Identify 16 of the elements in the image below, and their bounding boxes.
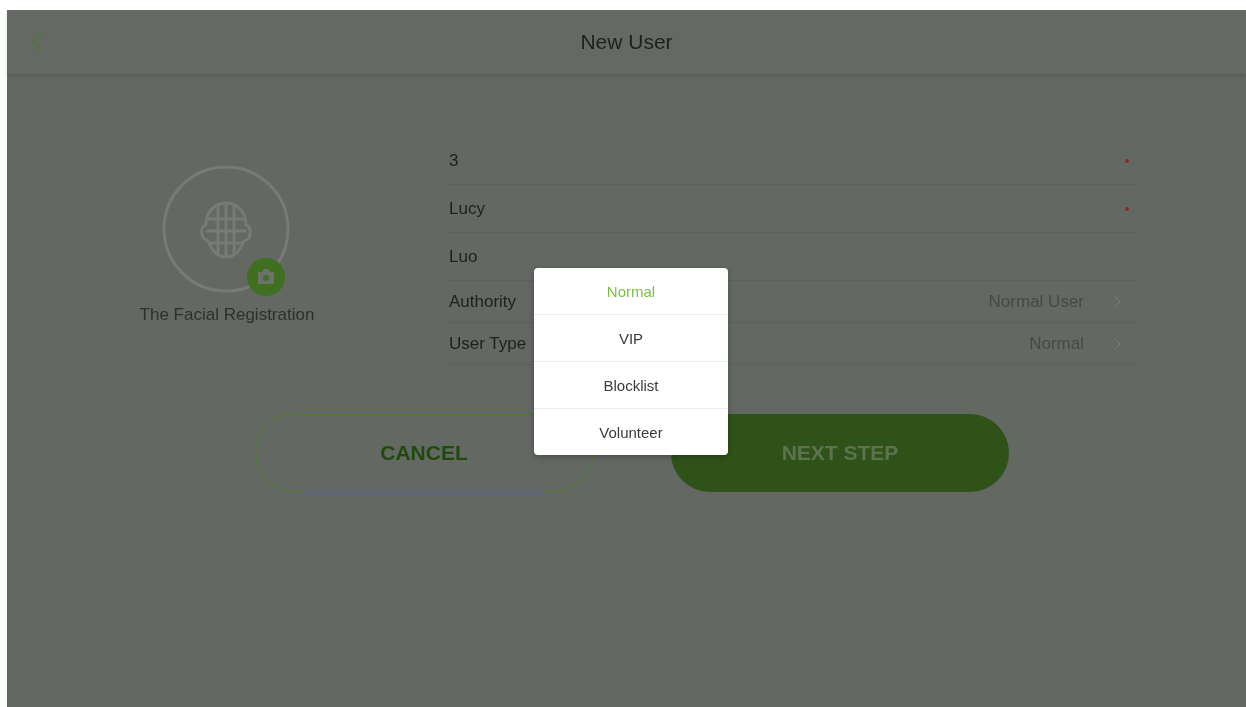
field-label: Authority — [449, 291, 517, 312]
camera-icon[interactable] — [246, 257, 286, 297]
field-value: Lucy — [449, 198, 485, 219]
menu-option[interactable]: Volunteer — [534, 408, 728, 455]
menu-option[interactable]: Blocklist — [534, 361, 728, 408]
field-value: Luo — [449, 246, 478, 267]
chevron-icon — [1114, 337, 1121, 350]
screen-title: New User — [580, 30, 673, 54]
field-label: User Type — [449, 333, 527, 354]
menu-option[interactable]: VIP — [534, 314, 728, 361]
face-registration-label: The Facial Registration — [139, 305, 315, 325]
field-value: 3 — [449, 150, 459, 171]
back-icon[interactable] — [31, 31, 43, 53]
chevron-icon — [1114, 295, 1121, 308]
form-row[interactable]: 3 — [447, 137, 1139, 185]
form-row[interactable]: Lucy — [447, 185, 1139, 233]
